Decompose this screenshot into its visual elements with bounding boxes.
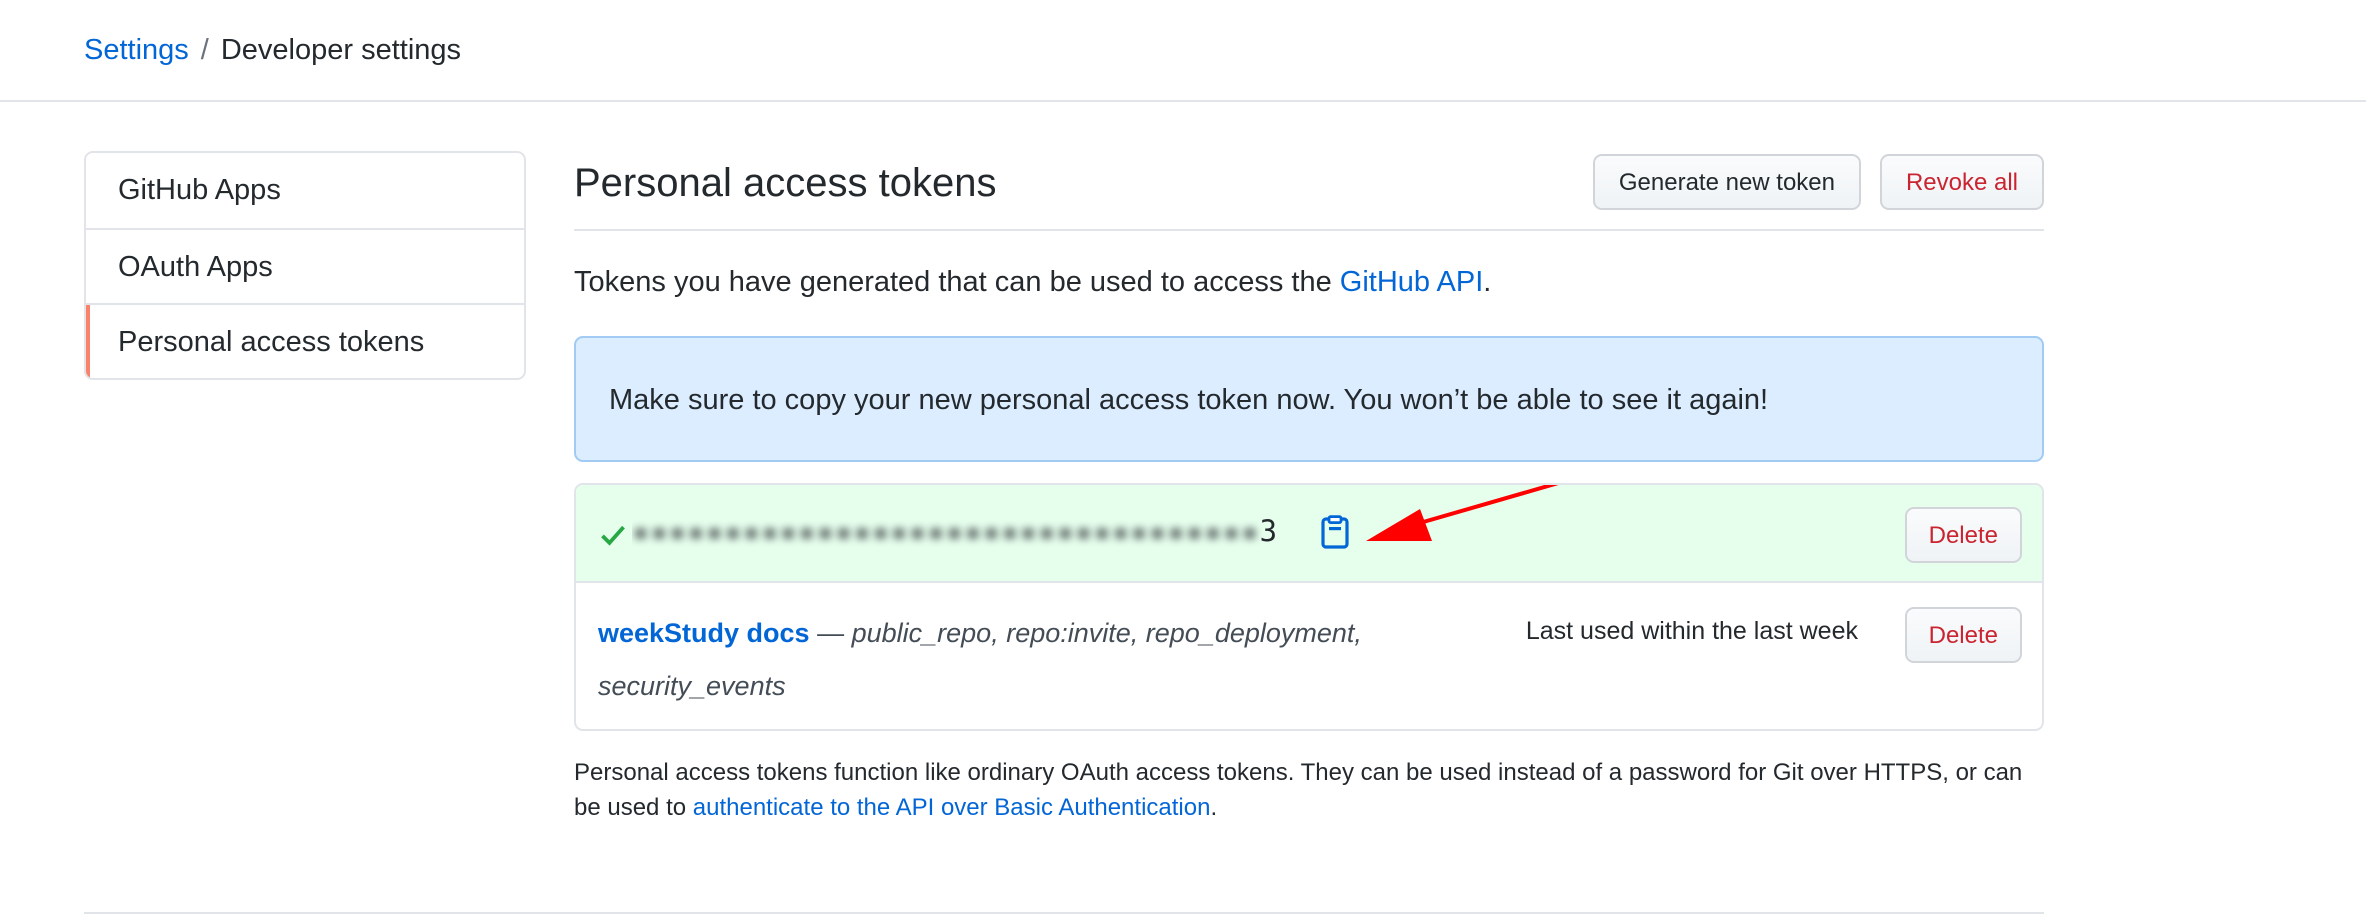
revoke-all-button[interactable]: Revoke all bbox=[1879, 154, 2044, 210]
token-description: weekStudy docs — public_repo, repo:invit… bbox=[598, 607, 1448, 713]
token-last-used: Last used within the last week bbox=[1525, 617, 1858, 645]
token-row: weekStudy docs — public_repo, repo:invit… bbox=[576, 583, 2042, 729]
sidebar-item-label: GitHub Apps bbox=[118, 174, 281, 206]
sidebar-item-label: OAuth Apps bbox=[118, 251, 273, 283]
token-dash: — bbox=[809, 618, 852, 648]
sidebar-item-oauth-apps[interactable]: OAuth Apps bbox=[86, 228, 524, 303]
sidebar-item-personal-access-tokens[interactable]: Personal access tokens bbox=[86, 303, 524, 378]
new-token-row: ▪▪▪▪▪▪▪▪▪▪▪▪▪▪▪▪▪▪▪▪▪▪▪▪▪▪▪▪▪▪▪▪▪▪3 Dele… bbox=[576, 485, 2042, 583]
intro-text: Tokens you have generated that can be us… bbox=[574, 264, 1491, 300]
check-icon bbox=[601, 525, 625, 546]
breadcrumb: Settings / Developer settings bbox=[84, 32, 461, 68]
token-value-blurred: ▪▪▪▪▪▪▪▪▪▪▪▪▪▪▪▪▪▪▪▪▪▪▪▪▪▪▪▪▪▪▪▪▪▪ bbox=[632, 514, 1260, 548]
flash-message: Make sure to copy your new personal acce… bbox=[609, 384, 1769, 416]
github-api-link[interactable]: GitHub API bbox=[1340, 266, 1483, 298]
subhead: Personal access tokens Generate new toke… bbox=[574, 151, 2044, 231]
page-title: Personal access tokens bbox=[574, 161, 997, 205]
sidebar-item-github-apps[interactable]: GitHub Apps bbox=[86, 153, 524, 228]
sidebar-item-label: Personal access tokens bbox=[118, 326, 425, 358]
token-list: ▪▪▪▪▪▪▪▪▪▪▪▪▪▪▪▪▪▪▪▪▪▪▪▪▪▪▪▪▪▪▪▪▪▪3 Dele… bbox=[574, 483, 2044, 731]
page: Settings / Developer settings GitHub Apps … bbox=[0, 0, 2366, 922]
note-suffix: . bbox=[1210, 794, 1218, 821]
red-arrow-annotation bbox=[1366, 485, 1559, 541]
new-token-value[interactable]: ▪▪▪▪▪▪▪▪▪▪▪▪▪▪▪▪▪▪▪▪▪▪▪▪▪▪▪▪▪▪▪▪▪▪3 bbox=[632, 511, 1278, 551]
breadcrumb-settings-link[interactable]: Settings bbox=[84, 34, 189, 66]
clipboard-icon[interactable] bbox=[1321, 515, 1349, 549]
delete-token-button[interactable]: Delete bbox=[1904, 607, 2022, 663]
generate-new-token-button[interactable]: Generate new token bbox=[1592, 154, 1861, 210]
page-header: Settings / Developer settings bbox=[0, 0, 2366, 102]
delete-new-token-button[interactable]: Delete bbox=[1904, 507, 2022, 563]
breadcrumb-separator: / bbox=[200, 34, 209, 66]
token-name-link[interactable]: weekStudy docs bbox=[598, 618, 810, 648]
developer-settings-sidebar: GitHub Apps OAuth Apps Personal access t… bbox=[84, 151, 526, 380]
flash-notice: Make sure to copy your new personal acce… bbox=[574, 336, 2044, 462]
main-content: Personal access tokens Generate new toke… bbox=[574, 151, 2044, 821]
token-value-tail: 3 bbox=[1259, 514, 1278, 548]
tokens-note: Personal access tokens function like ord… bbox=[574, 755, 2044, 825]
basic-auth-link[interactable]: authenticate to the API over Basic Authe… bbox=[693, 794, 1211, 821]
intro-prefix: Tokens you have generated that can be us… bbox=[574, 266, 1340, 298]
footer-divider bbox=[84, 912, 2044, 914]
breadcrumb-current: Developer settings bbox=[220, 34, 462, 66]
intro-suffix: . bbox=[1483, 266, 1492, 298]
